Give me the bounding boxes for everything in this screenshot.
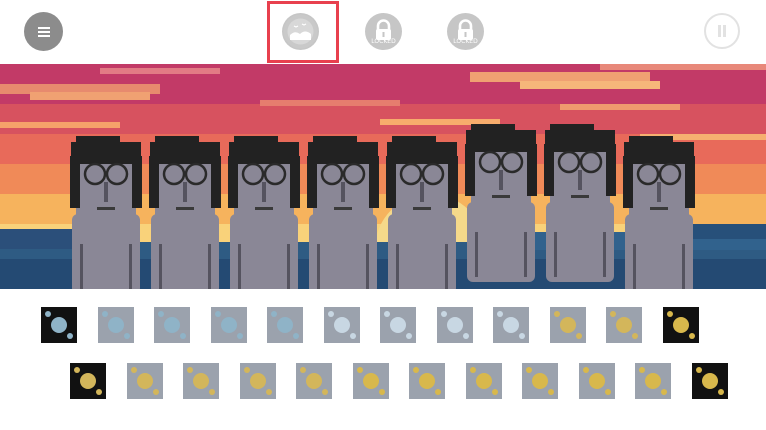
neon-bar-icon[interactable] [40, 306, 78, 344]
highlight-frame [267, 1, 339, 63]
spark-icon[interactable] [662, 306, 700, 344]
stage [0, 64, 766, 289]
hammer-icon[interactable] [239, 362, 277, 400]
performer[interactable] [149, 136, 221, 289]
ring-icon[interactable] [295, 362, 333, 400]
candy-icon[interactable] [605, 306, 643, 344]
padlock-icon[interactable] [549, 306, 587, 344]
sound-palette [0, 289, 766, 430]
anchor-icon[interactable] [323, 306, 361, 344]
helmet-icon[interactable] [492, 306, 530, 344]
vase-icon[interactable] [521, 362, 559, 400]
orb-icon[interactable] [436, 306, 474, 344]
performer[interactable] [386, 136, 458, 289]
curtain-icon[interactable] [153, 306, 191, 344]
dots-icon[interactable] [210, 306, 248, 344]
performer[interactable] [544, 124, 616, 282]
performer[interactable] [70, 136, 142, 289]
bonus-locked-button-1[interactable]: LOCKED [365, 13, 402, 50]
umbrella-icon[interactable] [126, 362, 164, 400]
bonus-locked-button-2[interactable]: LOCKED [447, 13, 484, 50]
performer[interactable] [307, 136, 379, 289]
hamburger-icon [37, 26, 50, 37]
performer[interactable] [228, 136, 300, 289]
columns-icon[interactable] [465, 362, 503, 400]
skull-icon[interactable] [266, 306, 304, 344]
gold-swirl-icon[interactable] [691, 362, 729, 400]
performer[interactable] [465, 124, 537, 282]
bubbles-icon[interactable] [97, 306, 135, 344]
pause-icon [718, 25, 726, 37]
cage-icon[interactable] [69, 362, 107, 400]
sun-icon[interactable] [408, 362, 446, 400]
top-bar: LOCKED LOCKED [0, 0, 766, 64]
locked-label: LOCKED [453, 38, 478, 45]
performer[interactable] [623, 136, 695, 289]
menu-button[interactable] [24, 12, 63, 51]
candy-stick-icon[interactable] [634, 362, 672, 400]
dark-screen-icon[interactable] [379, 306, 417, 344]
pause-button[interactable] [704, 13, 740, 49]
arrows-icon[interactable] [578, 362, 616, 400]
performers-layer [70, 124, 695, 289]
moon-icon[interactable] [352, 362, 390, 400]
gold-grid-icon[interactable] [182, 362, 220, 400]
locked-label: LOCKED [371, 38, 396, 45]
